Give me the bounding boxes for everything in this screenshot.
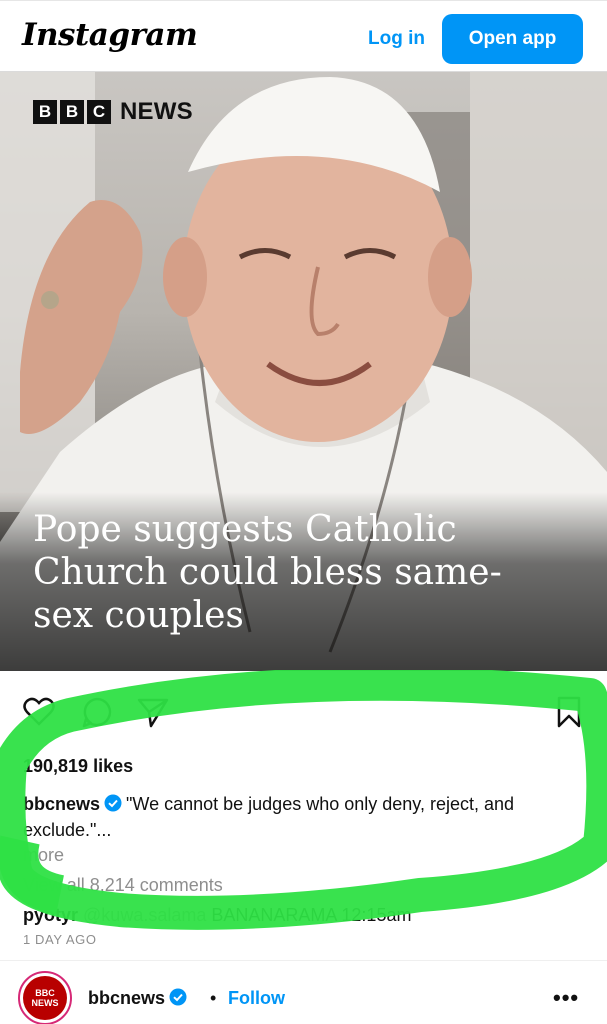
bbc-avatar-logo: BBC NEWS xyxy=(23,976,67,1020)
share-icon[interactable] xyxy=(136,695,170,729)
author-row: BBC NEWS bbcnews • Follow ••• xyxy=(0,960,607,1024)
post-actions xyxy=(0,690,607,738)
author-username[interactable]: bbcnews xyxy=(88,988,191,1009)
bbc-block: C xyxy=(87,100,111,124)
bbc-news-logo: B B C NEWS xyxy=(33,98,193,126)
more-link[interactable]: more xyxy=(23,845,64,866)
comment-text: BANANARAMA 12:15am xyxy=(211,905,412,925)
bookmark-icon[interactable] xyxy=(552,695,586,729)
post-image[interactable]: B B C NEWS Pope suggests Catholic Church… xyxy=(0,72,607,671)
heart-icon[interactable] xyxy=(22,695,56,729)
bbc-news-wordmark: NEWS xyxy=(120,98,193,125)
instagram-logo[interactable]: Instagram xyxy=(22,17,198,53)
avatar[interactable]: BBC NEWS xyxy=(18,971,72,1024)
comment-icon[interactable] xyxy=(80,695,114,729)
avatar-text: BBC xyxy=(35,988,55,998)
avatar-text: NEWS xyxy=(31,998,59,1008)
comment-preview: pyotyr @kuwa.salama BANANARAMA 12:15am xyxy=(23,905,411,926)
comment-mention[interactable]: @kuwa.salama xyxy=(83,905,206,925)
comment-username[interactable]: pyotyr xyxy=(23,905,78,925)
author-username-text: bbcnews xyxy=(88,988,166,1008)
verified-badge-icon xyxy=(169,988,187,1006)
login-link[interactable]: Log in xyxy=(368,28,425,50)
bbc-block: B xyxy=(60,100,84,124)
more-options-icon[interactable]: ••• xyxy=(553,985,579,1011)
open-app-button[interactable]: Open app xyxy=(442,14,583,64)
post-caption: bbcnews "We cannot be judges who only den… xyxy=(23,791,583,843)
follow-button[interactable]: Follow xyxy=(228,988,285,1009)
verified-badge-icon xyxy=(104,794,122,812)
separator-dot: • xyxy=(210,988,217,1008)
post-headline: Pope suggests Catholic Church could bles… xyxy=(33,509,502,636)
post-timestamp: 1 DAY AGO xyxy=(23,932,97,947)
likes-count[interactable]: 190,819 likes xyxy=(23,756,133,777)
top-bar: Instagram Log in Open app xyxy=(0,0,607,72)
view-comments-link[interactable]: View all 8,214 comments xyxy=(23,875,223,896)
caption-username[interactable]: bbcnews xyxy=(23,794,100,814)
bbc-block: B xyxy=(33,100,57,124)
